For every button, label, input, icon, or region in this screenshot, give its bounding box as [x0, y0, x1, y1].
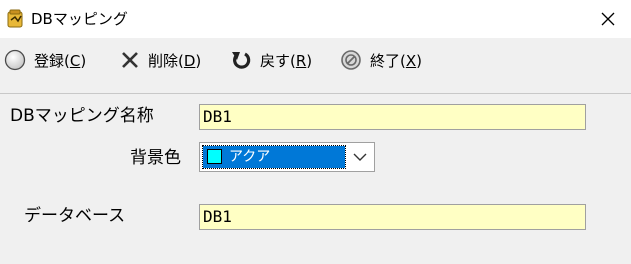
bg-color-value: アクア [229, 149, 271, 165]
close-icon [601, 12, 615, 26]
app-icon [6, 9, 26, 29]
window-title: DBマッピング [31, 10, 128, 28]
mapping-panel: DBマッピング名称 DB1 背景色 アクア [0, 93, 631, 187]
register-button[interactable]: 登録(C) [4, 46, 86, 74]
delete-label: 削除(D) [148, 51, 202, 70]
dropdown-button[interactable] [346, 143, 374, 171]
database-field[interactable]: DB1 [199, 204, 586, 230]
back-button[interactable]: 戻す(R) [230, 46, 312, 74]
exit-button[interactable]: 終了(X) [340, 46, 422, 74]
bg-color-select[interactable]: アクア [199, 142, 375, 172]
no-entry-icon [341, 50, 361, 70]
circle-icon [4, 49, 26, 71]
back-label: 戻す(R) [260, 51, 313, 70]
mapping-name-field[interactable]: DB1 [199, 104, 586, 130]
database-panel: データベース DB1 [0, 186, 631, 264]
bg-color-label: 背景色 [130, 148, 181, 168]
toolbar: 登録(C) 削除(D) 戻す(R) 終了(X) [0, 38, 631, 82]
database-label: データベース [24, 206, 126, 226]
undo-icon [232, 52, 251, 69]
x-icon [122, 52, 138, 68]
chevron-down-icon [353, 153, 367, 161]
mapping-name-label: DBマッピング名称 [10, 106, 154, 126]
exit-label: 終了(X) [370, 51, 422, 70]
title-bar: DBマッピング [0, 0, 631, 38]
color-swatch [207, 149, 222, 164]
bg-color-selected: アクア [202, 145, 346, 169]
register-label: 登録(C) [34, 51, 87, 70]
delete-button[interactable]: 削除(D) [120, 46, 201, 74]
close-button[interactable] [585, 0, 631, 38]
